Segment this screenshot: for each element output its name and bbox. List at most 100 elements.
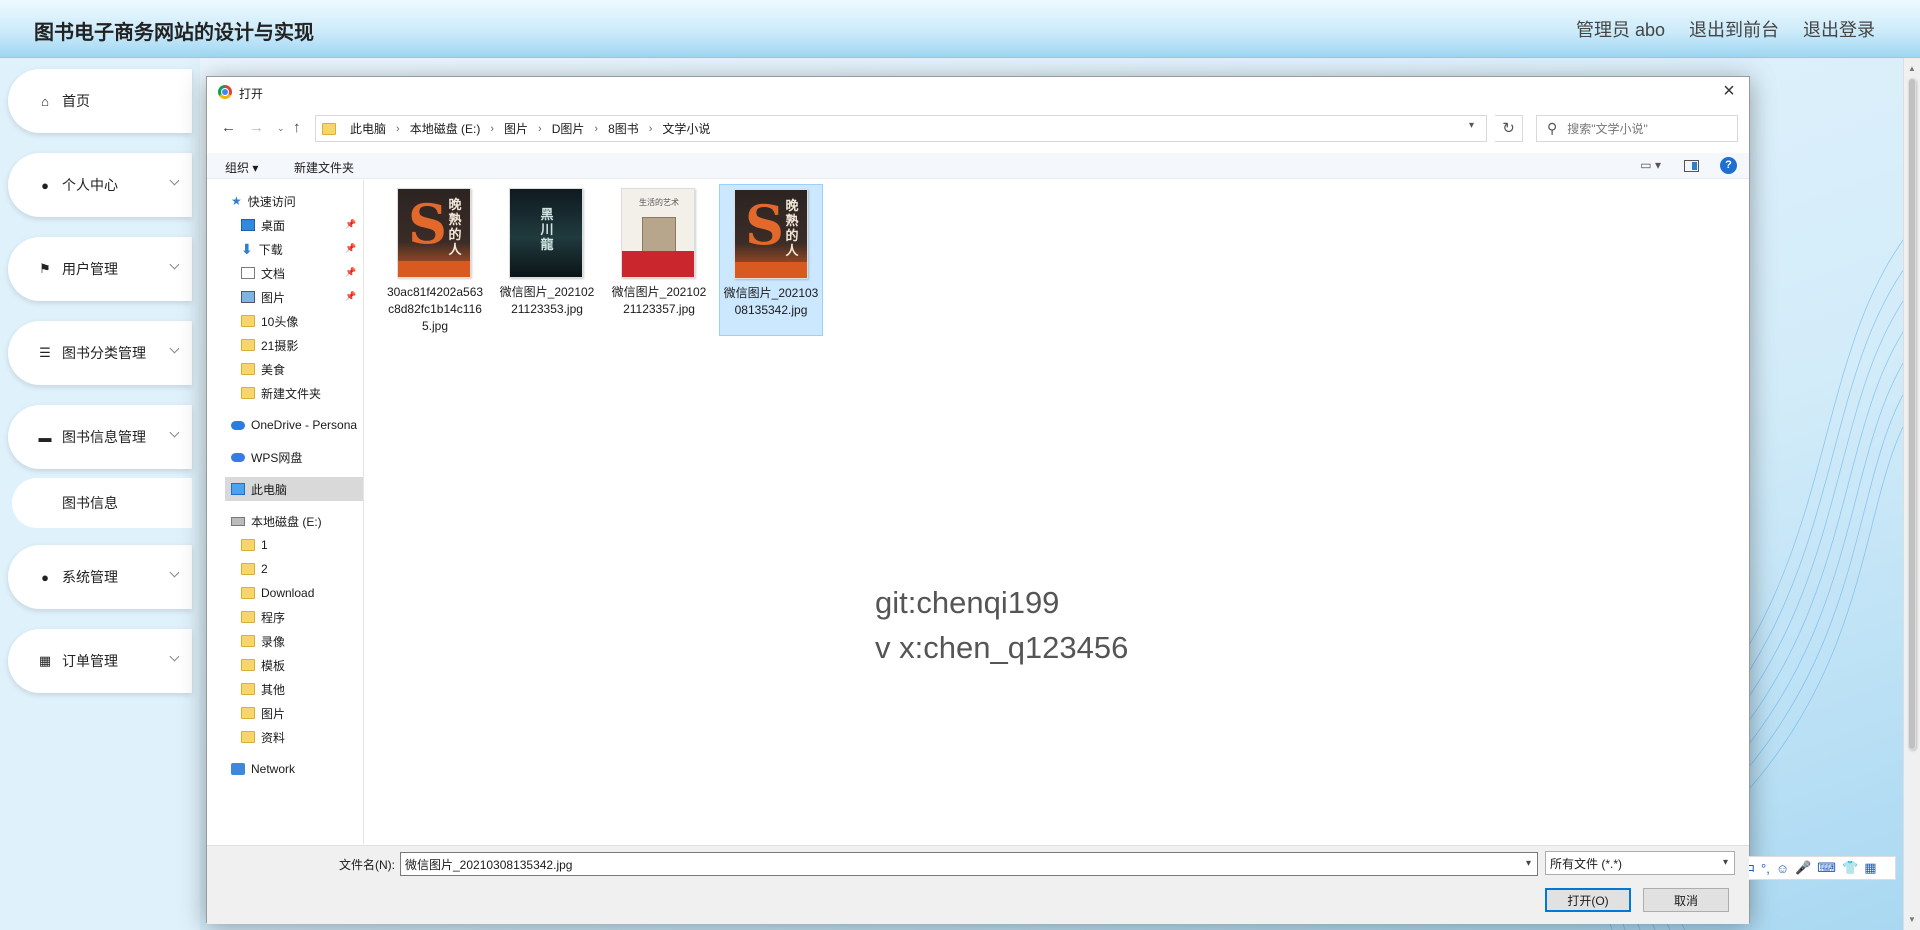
nav-pictures[interactable]: 图片: [241, 285, 285, 309]
nav-label: 美食: [261, 362, 286, 377]
folder-icon: [241, 315, 255, 327]
chevron-right-icon[interactable]: ›: [649, 123, 653, 135]
sidebar-subitem-book-info[interactable]: 图书信息: [12, 478, 192, 528]
nav-folder[interactable]: 1: [241, 533, 268, 557]
nav-folder[interactable]: 模板: [241, 653, 285, 677]
pin-icon[interactable]: 📌: [345, 267, 356, 278]
nav-folder[interactable]: 10头像: [241, 309, 298, 333]
folder-icon: [241, 587, 255, 599]
skin-icon[interactable]: 👕: [1842, 860, 1858, 876]
sidebar-item-label: 图书分类管理: [62, 345, 146, 361]
pin-icon[interactable]: 📌: [345, 243, 356, 254]
chevron-down-icon: [169, 343, 180, 354]
file-item[interactable]: 生活的艺术 微信图片_20210221123357.jpg: [607, 184, 711, 336]
nav-folder[interactable]: 其他: [241, 677, 285, 701]
chevron-right-icon[interactable]: ›: [490, 123, 494, 135]
filetype-select[interactable]: 所有文件 (*.*) ▾: [1545, 851, 1735, 875]
file-item-selected[interactable]: S 晚熟的人 微信图片_20210308135342.jpg: [719, 184, 823, 336]
chevron-right-icon[interactable]: ›: [594, 123, 598, 135]
breadcrumb-item[interactable]: D图片: [552, 120, 585, 137]
scroll-up-arrow-icon[interactable]: ▲: [1908, 64, 1916, 73]
drive-icon: [231, 516, 245, 526]
organize-button[interactable]: 组织 ▾: [225, 159, 258, 176]
nav-folder[interactable]: Download: [241, 581, 314, 605]
nav-folder[interactable]: 图片: [241, 701, 285, 725]
help-icon[interactable]: ?: [1720, 157, 1737, 174]
nav-label: 桌面: [261, 218, 286, 233]
file-item[interactable]: S 晚熟的人 30ac81f4202a563c8d82fc1b14c1165.jp…: [383, 184, 487, 336]
sidebar-item-home[interactable]: ⌂ 首页: [8, 69, 192, 133]
watermark-line: git:chenqi199: [875, 585, 1060, 620]
wps-cloud-icon: [231, 452, 245, 462]
nav-folder[interactable]: 程序: [241, 605, 285, 629]
toolbox-icon[interactable]: ▦: [1864, 860, 1876, 876]
open-button[interactable]: 打开(O): [1545, 888, 1631, 912]
nav-folder[interactable]: 2: [241, 557, 268, 581]
nav-folder[interactable]: 资料: [241, 725, 285, 749]
nav-folder[interactable]: 美食: [241, 357, 285, 381]
breadcrumb-item[interactable]: 图片: [504, 120, 528, 137]
sidebar-item-category-management[interactable]: ☰ 图书分类管理: [8, 321, 192, 385]
search-input[interactable]: ⚲ 搜索"文学小说": [1536, 115, 1738, 142]
filename-value: 微信图片_20210308135342.jpg: [405, 857, 573, 872]
chevron-down-icon[interactable]: ▾: [1526, 858, 1531, 869]
recent-chevron-icon[interactable]: ⌄: [277, 123, 285, 134]
nav-folder[interactable]: 21摄影: [241, 333, 298, 357]
scroll-down-arrow-icon[interactable]: ▼: [1908, 915, 1916, 924]
nav-documents[interactable]: 文档: [241, 261, 285, 285]
breadcrumb-item[interactable]: 此电脑: [350, 120, 386, 137]
chevron-right-icon[interactable]: ›: [396, 123, 400, 135]
nav-folder[interactable]: 录像: [241, 629, 285, 653]
forward-arrow-icon[interactable]: →: [249, 119, 264, 136]
sidebar-item-system-management[interactable]: ● 系统管理: [8, 545, 192, 609]
nav-quick-access[interactable]: ★ 快速访问: [231, 189, 296, 213]
filename-input[interactable]: 微信图片_20210308135342.jpg ▾: [400, 852, 1538, 876]
scrollbar-thumb[interactable]: [1908, 78, 1916, 750]
file-thumbnail: 生活的艺术: [621, 188, 695, 278]
book-cover-image: S 晚熟的人: [735, 190, 807, 278]
sidebar-item-personal-center[interactable]: ● 个人中心: [8, 153, 192, 217]
sidebar-item-order-management[interactable]: ▦ 订单管理: [8, 629, 192, 693]
new-folder-button[interactable]: 新建文件夹: [294, 159, 354, 176]
exit-to-front-link[interactable]: 退出到前台: [1689, 16, 1779, 42]
logout-link[interactable]: 退出登录: [1803, 16, 1875, 42]
close-icon[interactable]: ×: [1717, 80, 1741, 104]
breadcrumb-item[interactable]: 8图书: [608, 120, 639, 137]
back-arrow-icon[interactable]: ←: [221, 119, 236, 136]
address-dropdown-icon[interactable]: ▾: [1469, 120, 1474, 131]
view-options-icon[interactable]: ▭ ▾: [1640, 158, 1661, 172]
nav-desktop[interactable]: 桌面: [241, 213, 285, 237]
nav-wps[interactable]: WPS网盘: [231, 445, 302, 469]
nav-onedrive[interactable]: OneDrive - Persona: [231, 413, 357, 437]
pin-icon[interactable]: 📌: [345, 219, 356, 230]
page-scrollbar[interactable]: ▲ ▼: [1903, 58, 1920, 930]
chevron-right-icon[interactable]: ›: [538, 123, 542, 135]
preview-pane-icon[interactable]: [1684, 160, 1699, 172]
folder-icon: [241, 611, 255, 623]
nav-folder[interactable]: 新建文件夹: [241, 381, 321, 405]
sidebar-item-book-info-management[interactable]: ▬ 图书信息管理: [8, 405, 192, 469]
nav-label: Download: [261, 586, 315, 600]
punctuation-icon[interactable]: °,: [1761, 861, 1770, 876]
up-arrow-icon[interactable]: ↑: [293, 119, 301, 136]
sidebar-item-user-management[interactable]: ⚑ 用户管理: [8, 237, 192, 301]
book-cover-image: 生活的艺术: [622, 189, 694, 277]
pin-icon[interactable]: 📌: [345, 291, 356, 302]
file-item[interactable]: 黑川龍 微信图片_20210221123353.jpg: [495, 184, 599, 336]
breadcrumb-item[interactable]: 文学小说: [662, 120, 710, 137]
file-open-dialog: 打开 × ← → ⌄ ↑ 此电脑 › 本地磁盘 (E:) › 图片 › D图片 › 8图…: [206, 76, 1896, 924]
nav-drive[interactable]: 本地磁盘 (E:): [231, 509, 322, 533]
chevron-down-icon[interactable]: ▾: [1723, 857, 1728, 868]
refresh-icon[interactable]: ↻: [1495, 115, 1523, 142]
computer-icon: [231, 483, 245, 495]
breadcrumb-item[interactable]: 本地磁盘 (E:): [410, 120, 481, 137]
nav-this-pc[interactable]: 此电脑: [225, 477, 363, 501]
admin-label[interactable]: 管理员 abo: [1576, 16, 1665, 42]
keyboard-icon[interactable]: ⌨: [1817, 860, 1836, 876]
nav-network[interactable]: Network: [231, 757, 295, 781]
address-bar[interactable]: 此电脑 › 本地磁盘 (E:) › 图片 › D图片 › 8图书 › 文学小说 ▾: [315, 115, 1487, 142]
emoji-icon[interactable]: ☺: [1776, 861, 1789, 876]
cancel-button[interactable]: 取消: [1643, 888, 1729, 912]
nav-downloads[interactable]: ⬇ 下载: [241, 237, 283, 261]
microphone-icon[interactable]: 🎤: [1795, 860, 1811, 876]
